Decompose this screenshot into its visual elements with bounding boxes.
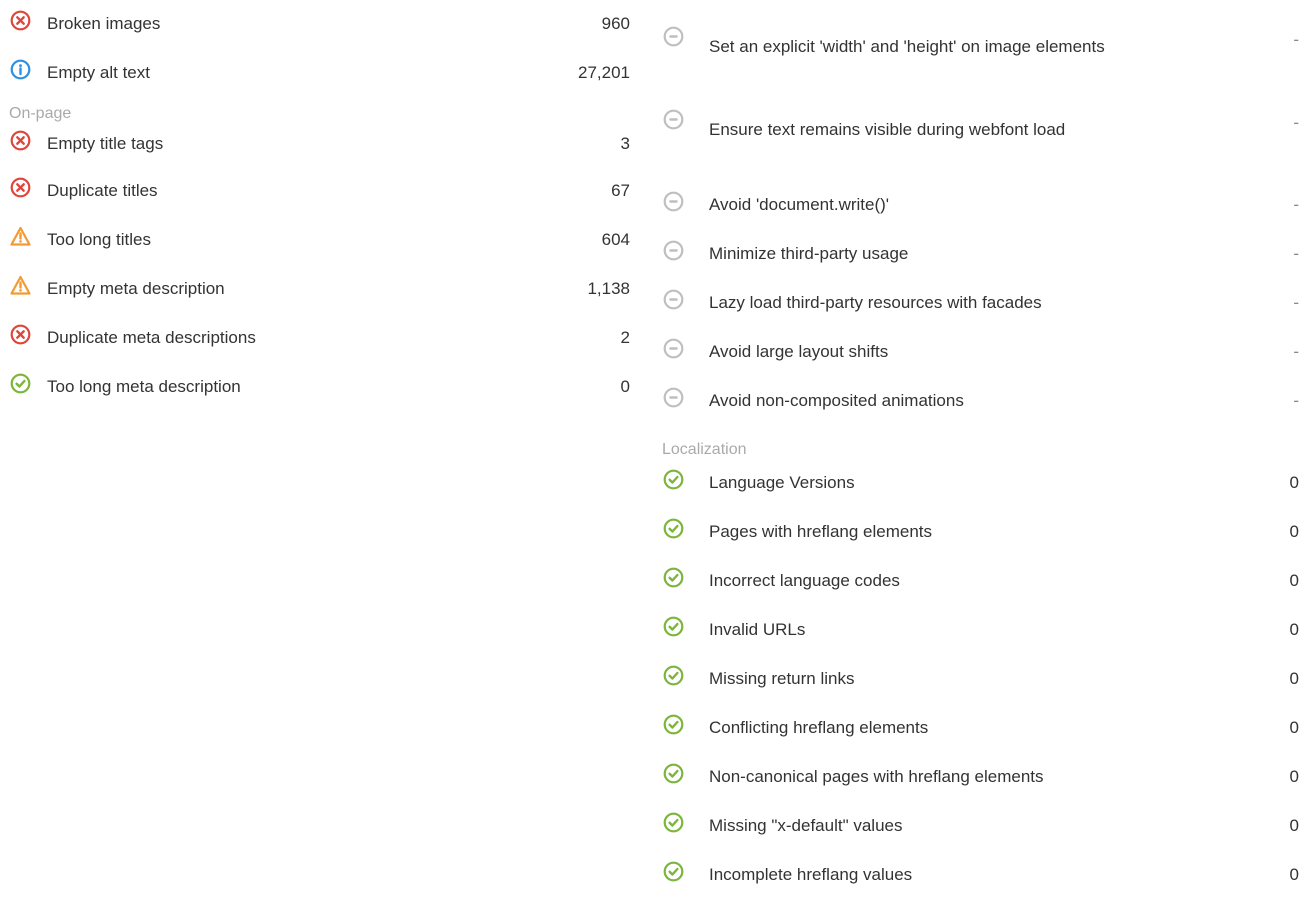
left-column: Broken images 960 Empty alt text 27,201 … — [0, 0, 640, 417]
check-circle-icon — [663, 812, 684, 833]
minus-circle-icon — [663, 338, 684, 359]
audit-label: Set an explicit 'width' and 'height' on … — [709, 37, 1105, 56]
issue-row-too-long-titles[interactable]: Too long titles 604 — [0, 221, 640, 270]
issue-row-empty-alt-text[interactable]: Empty alt text 27,201 — [0, 49, 640, 98]
error-circle-icon — [10, 10, 31, 31]
issue-count[interactable]: 604 — [602, 230, 630, 250]
minus-circle-icon — [663, 387, 684, 408]
loc-label: Non-canonical pages with hreflang elemen… — [709, 767, 1044, 786]
error-circle-icon — [10, 324, 31, 345]
audit-row-lazy-load-facades[interactable]: Lazy load third-party resources with fac… — [662, 279, 1311, 328]
warning-triangle-icon — [10, 226, 31, 247]
minus-circle-icon — [663, 240, 684, 261]
loc-label: Invalid URLs — [709, 620, 806, 639]
loc-row-invalid-urls[interactable]: Invalid URLs 0 — [662, 610, 1311, 659]
loc-label: Language Versions — [709, 473, 855, 492]
issue-row-too-long-meta-description[interactable]: Too long meta description 0 — [0, 368, 640, 417]
audit-row-third-party-usage[interactable]: Minimize third-party usage - — [662, 230, 1311, 279]
issue-count[interactable]: 1,138 — [587, 279, 630, 299]
loc-row-language-versions[interactable]: Language Versions 0 — [662, 463, 1311, 512]
section-title-on-page: On-page — [9, 105, 72, 122]
loc-label: Conflicting hreflang elements — [709, 718, 929, 737]
check-circle-icon — [663, 518, 684, 539]
loc-label: Incomplete hreflang values — [709, 865, 913, 884]
check-circle-icon — [663, 616, 684, 637]
loc-count[interactable]: 0 — [1290, 669, 1299, 689]
section-title-localization: Localization — [662, 441, 747, 458]
loc-row-missing-x-default[interactable]: Missing "x-default" values 0 — [662, 806, 1311, 855]
loc-row-incomplete-hreflang[interactable]: Incomplete hreflang values 0 — [662, 855, 1311, 904]
minus-circle-icon — [663, 289, 684, 310]
loc-count[interactable]: 0 — [1290, 767, 1299, 787]
audit-label: Ensure text remains visible during webfo… — [709, 120, 1066, 139]
issue-count[interactable]: 960 — [602, 14, 630, 34]
loc-row-pages-with-hreflang[interactable]: Pages with hreflang elements 0 — [662, 512, 1311, 561]
issue-label: Duplicate meta descriptions — [47, 328, 256, 347]
audit-row-document-write[interactable]: Avoid 'document.write()' - — [662, 181, 1311, 230]
issue-label: Empty title tags — [47, 134, 164, 153]
audit-row-text-visible-webfont[interactable]: Ensure text remains visible during webfo… — [662, 98, 1311, 181]
check-circle-icon — [663, 665, 684, 686]
issue-row-duplicate-titles[interactable]: Duplicate titles 67 — [0, 172, 640, 221]
issue-count[interactable]: 67 — [611, 181, 630, 201]
loc-row-non-canonical-hreflang[interactable]: Non-canonical pages with hreflang elemen… — [662, 757, 1311, 806]
audit-label: Avoid non-composited animations — [709, 391, 964, 410]
issue-label: Empty meta description — [47, 279, 225, 298]
issue-row-duplicate-meta-descriptions[interactable]: Duplicate meta descriptions 2 — [0, 319, 640, 368]
issue-row-empty-title-tags[interactable]: Empty title tags 3 — [0, 127, 640, 172]
loc-count[interactable]: 0 — [1290, 865, 1299, 885]
loc-row-conflicting-hreflang[interactable]: Conflicting hreflang elements 0 — [662, 708, 1311, 757]
check-circle-icon — [663, 861, 684, 882]
audit-label: Lazy load third-party resources with fac… — [709, 293, 1042, 312]
issue-count[interactable]: 3 — [621, 134, 630, 154]
audit-row-layout-shifts[interactable]: Avoid large layout shifts - — [662, 328, 1311, 377]
issue-count[interactable]: 27,201 — [578, 63, 630, 83]
issue-label: Too long meta description — [47, 377, 241, 396]
check-circle-icon — [10, 373, 31, 394]
loc-count[interactable]: 0 — [1290, 473, 1299, 493]
audit-row-non-composited-animations[interactable]: Avoid non-composited animations - — [662, 377, 1311, 426]
check-circle-icon — [663, 469, 684, 490]
loc-count[interactable]: 0 — [1290, 522, 1299, 542]
loc-row-missing-return-links[interactable]: Missing return links 0 — [662, 659, 1311, 708]
audit-value: - — [1293, 342, 1299, 361]
issue-count[interactable]: 0 — [621, 377, 630, 397]
warning-triangle-icon — [10, 275, 31, 296]
audit-value: - — [1293, 195, 1299, 214]
issue-row-broken-images[interactable]: Broken images 960 — [0, 0, 640, 49]
audit-value: - — [1293, 293, 1299, 312]
loc-label: Missing return links — [709, 669, 855, 688]
audit-value: - — [1293, 30, 1299, 49]
loc-label: Incorrect language codes — [709, 571, 900, 590]
issue-count[interactable]: 2 — [621, 328, 630, 348]
issue-label: Too long titles — [47, 230, 151, 249]
issue-label: Empty alt text — [47, 63, 150, 82]
audit-value: - — [1293, 244, 1299, 263]
loc-count[interactable]: 0 — [1290, 718, 1299, 738]
audit-label: Minimize third-party usage — [709, 244, 909, 263]
loc-label: Missing "x-default" values — [709, 816, 903, 835]
issue-label: Broken images — [47, 14, 161, 33]
check-circle-icon — [663, 714, 684, 735]
loc-count[interactable]: 0 — [1290, 620, 1299, 640]
minus-circle-icon — [663, 191, 684, 212]
audit-label: Avoid 'document.write()' — [709, 195, 890, 214]
error-circle-icon — [10, 130, 31, 151]
check-circle-icon — [663, 763, 684, 784]
error-circle-icon — [10, 177, 31, 198]
issue-label: Duplicate titles — [47, 181, 158, 200]
info-circle-icon — [10, 59, 31, 80]
loc-row-incorrect-language-codes[interactable]: Incorrect language codes 0 — [662, 561, 1311, 610]
check-circle-icon — [663, 567, 684, 588]
right-column: Set an explicit 'width' and 'height' on … — [662, 0, 1311, 904]
loc-label: Pages with hreflang elements — [709, 522, 933, 541]
loc-count[interactable]: 0 — [1290, 816, 1299, 836]
loc-count[interactable]: 0 — [1290, 571, 1299, 591]
audit-value: - — [1293, 113, 1299, 132]
audit-row-explicit-width-height[interactable]: Set an explicit 'width' and 'height' on … — [662, 0, 1311, 98]
audit-label: Avoid large layout shifts — [709, 342, 889, 361]
issue-row-empty-meta-description[interactable]: Empty meta description 1,138 — [0, 270, 640, 319]
audit-value: - — [1293, 391, 1299, 410]
